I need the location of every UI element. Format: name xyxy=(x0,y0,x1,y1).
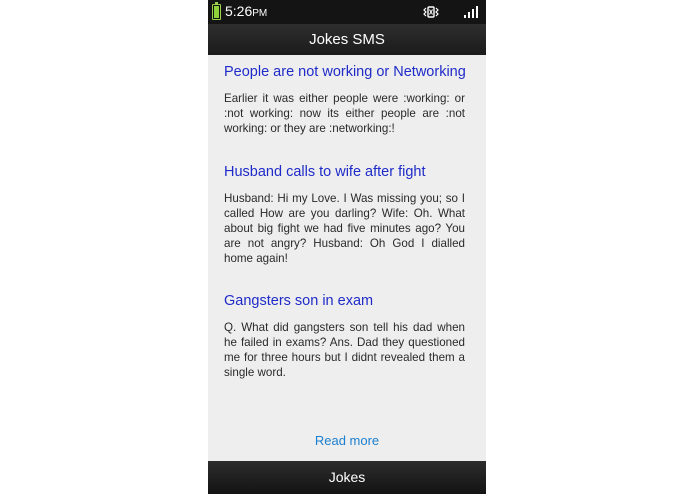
status-time: 5:26PM xyxy=(225,3,268,19)
title-bar: Jokes SMS xyxy=(208,24,486,55)
joke-body: Husband: Hi my Love. I Was missing you; … xyxy=(224,192,465,265)
status-bar: 5:26PM xyxy=(208,0,486,24)
bottom-tab-label: Jokes xyxy=(328,469,366,485)
joke-item[interactable]: Husband calls to wife after fight Husban… xyxy=(224,162,465,266)
read-more-link[interactable]: Read more xyxy=(208,432,486,450)
joke-body: Earlier it was either people were :worki… xyxy=(224,92,465,135)
vibrate-icon xyxy=(423,6,439,18)
joke-list[interactable]: People are not working or Networking Ear… xyxy=(208,55,486,461)
signal-icon xyxy=(464,6,478,18)
phone-screen: 5:26PM Jokes SMS People are not working … xyxy=(208,0,486,494)
battery-icon xyxy=(212,2,221,20)
joke-title[interactable]: Husband calls to wife after fight xyxy=(224,162,465,182)
page-title: Jokes SMS xyxy=(309,31,385,48)
joke-item[interactable]: People are not working or Networking Ear… xyxy=(224,62,466,136)
joke-body: Q. What did gangsters son tell his dad w… xyxy=(224,321,465,379)
status-ampm: PM xyxy=(252,8,268,19)
bottom-tab-jokes[interactable]: Jokes xyxy=(208,461,486,494)
joke-title[interactable]: Gangsters son in exam xyxy=(224,291,465,311)
joke-title[interactable]: People are not working or Networking xyxy=(224,62,466,82)
joke-item[interactable]: Gangsters son in exam Q. What did gangst… xyxy=(224,291,465,380)
